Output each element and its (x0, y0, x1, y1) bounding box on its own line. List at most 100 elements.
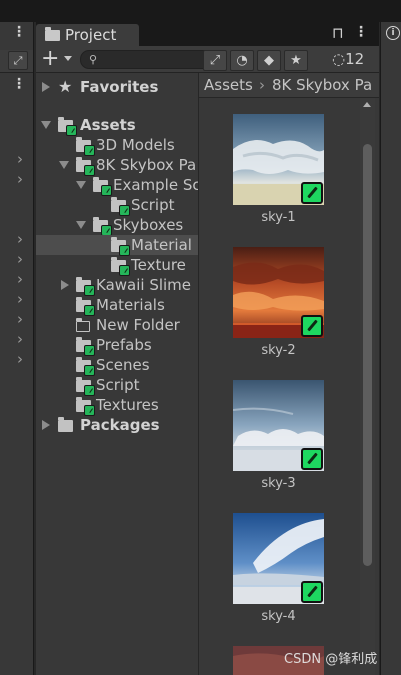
breadcrumb-8k-skybox[interactable]: 8K Skybox Pa (272, 73, 372, 97)
folder-icon (76, 377, 95, 396)
project-tab-bar: Project ⊓ ⋮ (36, 22, 379, 46)
expand-arrow-icon[interactable]: › (17, 272, 27, 287)
collapsed-arrow-icon[interactable] (61, 280, 69, 290)
expand-arrow-icon[interactable]: › (17, 252, 27, 267)
tree-label: Script (131, 196, 175, 214)
breadcrumb: Assets › 8K Skybox Pa (199, 73, 379, 98)
scroll-up-arrow-icon[interactable] (363, 102, 371, 107)
chevron-down-icon[interactable] (64, 56, 72, 61)
folder-icon (76, 337, 95, 356)
expand-arrow-icon[interactable]: › (17, 292, 27, 307)
tree-label: 3D Models (96, 136, 175, 154)
hidden-packages-toggle[interactable]: ◌12 (332, 50, 364, 69)
add-asset-button[interactable]: + (41, 46, 59, 72)
asset-thumbnail-sky-3[interactable] (233, 380, 324, 471)
more-options-icon[interactable]: ⋮ (354, 24, 368, 40)
edit-material-icon (301, 315, 323, 337)
edit-material-icon (301, 182, 323, 204)
tree-row-favorites[interactable]: ★ Favorites (36, 77, 198, 97)
tree-row-assets[interactable]: Assets (36, 115, 198, 136)
hierarchy-more-options-icon[interactable]: ⋮ (12, 76, 26, 92)
tree-label: Packages (80, 416, 160, 434)
asset-grid-scrollbar[interactable] (360, 98, 375, 675)
tree-label: Texture (131, 256, 186, 274)
inspector-panel-edge (380, 22, 401, 675)
tree-label: Kawaii Slime (96, 276, 192, 294)
folder-icon (111, 197, 130, 216)
project-toolbar: + ⚲ ⤢ ◔ ◆ ★ ◌12 (36, 46, 379, 73)
expanded-arrow-icon[interactable] (59, 161, 69, 169)
asset-label: sky-2 (261, 343, 296, 358)
expand-arrow-icon[interactable]: › (17, 172, 27, 187)
breadcrumb-assets[interactable]: Assets (204, 73, 253, 97)
tree-row-skyboxes[interactable]: Skyboxes (36, 215, 198, 236)
tree-row-example-scene[interactable]: Example Sc (36, 175, 199, 196)
edit-material-icon (301, 448, 323, 470)
expanded-arrow-icon[interactable] (41, 121, 51, 129)
folder-icon (76, 397, 95, 416)
asset-thumbnail-sky-4[interactable] (233, 513, 324, 604)
expanded-arrow-icon[interactable] (76, 181, 86, 189)
tree-row-script-nested[interactable]: Script (36, 195, 198, 216)
tree-row-prefabs[interactable]: Prefabs (36, 335, 198, 356)
tree-label: Textures (96, 396, 159, 414)
tree-label: 8K Skybox Pa (96, 156, 197, 174)
tab-project-label: Project (65, 26, 117, 44)
folder-icon (111, 237, 130, 256)
maximize-icon[interactable]: ⤢ (8, 51, 28, 70)
expand-arrow-icon[interactable]: › (17, 152, 27, 167)
tag-icon[interactable]: ◆ (257, 50, 281, 71)
hidden-packages-count: 12 (345, 50, 365, 68)
tree-row-material[interactable]: Material (36, 235, 198, 256)
tree-row-textures[interactable]: Textures (36, 395, 198, 416)
asset-label: sky-1 (261, 210, 296, 225)
tree-row-packages[interactable]: Packages (36, 415, 198, 435)
lock-icon[interactable]: ⊓ (332, 24, 344, 42)
folder-icon (58, 417, 73, 432)
tree-label: Scenes (96, 356, 150, 374)
tree-row-8k-skybox[interactable]: 8K Skybox Pa (36, 155, 198, 176)
empty-folder-icon (76, 318, 90, 332)
tree-label: Example Sc (113, 176, 199, 194)
expand-arrow-icon[interactable]: › (17, 332, 27, 347)
folder-icon (76, 157, 95, 176)
tab-project[interactable]: Project (36, 24, 139, 46)
inspector-tab-strip (380, 0, 401, 22)
collapsed-arrow-icon[interactable] (42, 420, 50, 430)
collapsed-arrow-icon[interactable] (42, 82, 50, 92)
tree-row-texture[interactable]: Texture (36, 255, 198, 276)
tree-row-scenes[interactable]: Scenes (36, 355, 198, 376)
folder-icon (58, 117, 77, 136)
asset-thumbnail-sky-1[interactable] (233, 114, 324, 205)
more-options-icon[interactable]: ⋮ (12, 24, 26, 40)
folder-icon (93, 177, 112, 196)
folder-icon (76, 357, 95, 376)
search-by-type-button[interactable]: ⤢ (203, 50, 227, 71)
tree-row-new-folder[interactable]: New Folder (36, 315, 198, 335)
tree-row-kawaii-slime[interactable]: Kawaii Slime (36, 275, 198, 296)
search-by-label-button[interactable]: ◔ (230, 50, 254, 71)
editor-top-strip (0, 0, 401, 22)
tree-label: New Folder (96, 316, 180, 334)
favorites-star-button[interactable]: ★ (284, 50, 308, 71)
watermark: CSDN @锋利成 (284, 652, 378, 667)
folder-tree: ★ Favorites Assets 3D Models 8K Skybox P… (36, 73, 199, 675)
tree-row-script[interactable]: Script (36, 375, 198, 396)
info-icon[interactable]: i (386, 26, 400, 40)
project-window: Project ⊓ ⋮ + ⚲ ⤢ ◔ ◆ ★ ◌12 ★ Favorites (36, 22, 379, 675)
asset-thumbnail-sky-2[interactable] (233, 247, 324, 338)
asset-grid: sky-1 sky-2 sky-3 sky-4 (199, 98, 379, 675)
folder-icon (111, 257, 130, 276)
folder-icon (76, 297, 95, 316)
tree-row-materials[interactable]: Materials (36, 295, 198, 316)
tree-row-3d-models[interactable]: 3D Models (36, 135, 198, 156)
expanded-arrow-icon[interactable] (76, 221, 86, 229)
scrollbar-thumb[interactable] (363, 144, 372, 566)
expand-arrow-icon[interactable]: › (17, 232, 27, 247)
tree-label: Favorites (80, 78, 159, 96)
hierarchy-toolbar: ⤢ (0, 50, 33, 73)
expand-arrow-icon[interactable]: › (17, 352, 27, 367)
unity-editor: ⤢ ⋮ ⋮ › › › › › › › › › Project ⊓ ⋮ + ⚲ … (0, 0, 401, 675)
expand-arrow-icon[interactable]: › (17, 312, 27, 327)
asset-label: sky-3 (261, 476, 296, 491)
